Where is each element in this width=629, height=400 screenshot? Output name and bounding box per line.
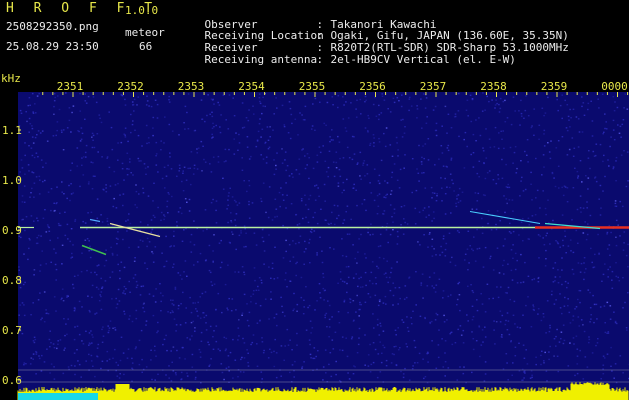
x-tick-label: 2355 [299, 80, 326, 93]
info-antenna: Receiving antenna: 2el-HB9CV Vertical (el… [178, 40, 516, 79]
y-tick-label: 0.7 [2, 324, 22, 337]
x-tick-label: 2353 [178, 80, 205, 93]
meteor-label: meteor [125, 26, 165, 39]
plot-background [18, 92, 629, 400]
meteor-trail [109, 222, 161, 238]
x-tick-label: 2357 [420, 80, 447, 93]
info-label: Receiving antenna [204, 53, 318, 66]
x-tick-label: 2354 [238, 80, 265, 93]
y-tick-label: 0.8 [2, 274, 22, 287]
x-tick-label: 2356 [359, 80, 386, 93]
x-tick-label: 0000 [601, 80, 628, 93]
info-sep: : [316, 53, 324, 66]
y-tick-label: 1.0 [2, 174, 22, 187]
x-tick-label: 2359 [541, 80, 568, 93]
noise-layer [18, 92, 629, 384]
meteor-trail [544, 222, 601, 230]
x-tick-label: 2351 [57, 80, 84, 93]
meteor-trail [81, 244, 107, 256]
meteor-count: 66 [139, 40, 153, 53]
hrofft-screen: H R O F F T 1.0.0 2508292350.png meteor … [0, 0, 629, 400]
x-tick-label: 2352 [117, 80, 144, 93]
meteor-trail [89, 218, 101, 223]
y-unit-label: kHz [1, 72, 21, 85]
capture-datetime: 25.08.29 23:50 [6, 40, 99, 53]
y-tick-label: 0.6 [2, 374, 22, 387]
info-value: 2el-HB9CV Vertical (el. E-W) [330, 53, 516, 66]
x-tick-label: 2358 [480, 80, 507, 93]
y-tick-label: 0.9 [2, 224, 22, 237]
power-strip [17, 382, 629, 400]
power-baseline [18, 393, 98, 400]
y-tick-label: 1.1 [2, 124, 22, 137]
file-name: 2508292350.png [6, 20, 99, 33]
meteor-trail [469, 211, 541, 224]
app-version: 1.0.0 [125, 4, 159, 17]
